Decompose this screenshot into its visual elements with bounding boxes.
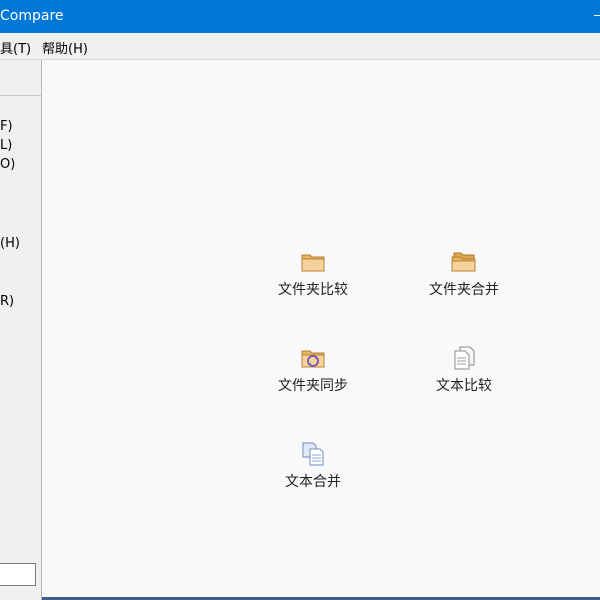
minimize-icon[interactable] [594,15,600,16]
folder-icon [301,254,325,272]
text-merge-label: 文本合并 [285,474,341,490]
sidebar-item-r[interactable]: R) [0,294,14,309]
text-merge-button[interactable]: 文本合并 [253,441,373,491]
main-panel: 文件夹比较 文件夹合并 文件夹同步 文本比较 文本合并 [42,60,600,598]
sidebar-item-h[interactable]: (H) [0,236,20,251]
folder-sync-label: 文件夹同步 [278,378,348,394]
sidebar-header [0,60,41,96]
menu-bar: 具(T) 帮助(H) [0,33,600,60]
sidebar: F) L) O) (H) R) [0,60,42,600]
folder-double-icon [451,252,476,272]
document-compare-icon [454,346,475,370]
title-bar[interactable]: Compare [0,0,600,33]
sidebar-item-o[interactable]: O) [0,157,15,172]
window-title: Compare [0,8,64,24]
folder-merge-label: 文件夹合并 [429,282,499,298]
folder-compare-button[interactable]: 文件夹比较 [253,249,373,299]
menu-help[interactable]: 帮助(H) [42,38,88,57]
text-compare-button[interactable]: 文本比较 [404,345,524,395]
sidebar-filter-input[interactable] [0,563,36,586]
document-merge-icon [302,442,324,466]
folder-sync-button[interactable]: 文件夹同步 [253,345,373,395]
menu-tools[interactable]: 具(T) [0,38,31,57]
folder-sync-icon [301,350,325,368]
folder-merge-button[interactable]: 文件夹合并 [404,249,524,299]
sidebar-item-l[interactable]: L) [0,138,12,153]
sidebar-item-f[interactable]: F) [0,119,13,134]
folder-compare-label: 文件夹比较 [278,282,348,298]
text-compare-label: 文本比较 [436,378,492,394]
